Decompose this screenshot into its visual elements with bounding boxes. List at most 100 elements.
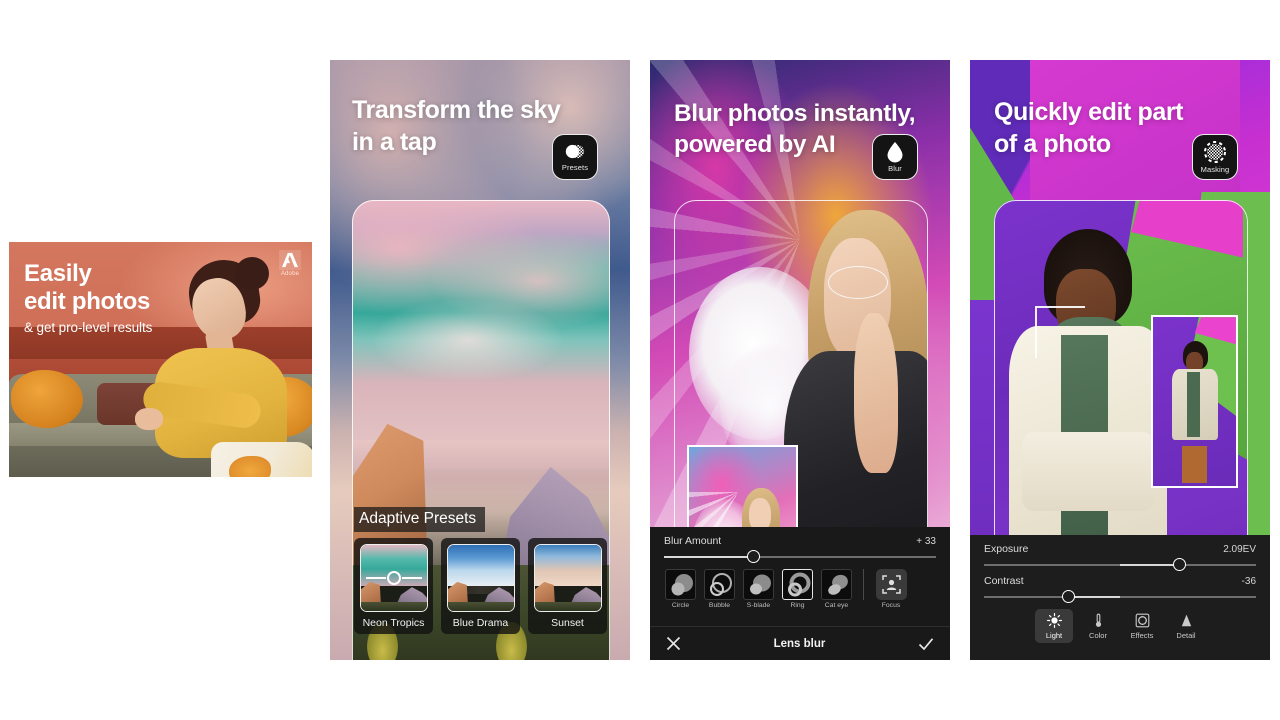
focus-subject-button[interactable]: Focus <box>874 569 908 609</box>
preset-thumb <box>359 544 428 612</box>
contrast-slider-row[interactable]: Contrast -36 <box>970 571 1270 603</box>
masked-preview-thumbnail[interactable] <box>1151 315 1238 488</box>
model-skirt-pattern <box>229 456 271 477</box>
blur-shape-circle[interactable]: Circle <box>664 569 697 609</box>
adobe-wordmark: Adobe <box>280 271 300 277</box>
focus-icon-box <box>875 569 907 600</box>
preset-thumb-base <box>447 601 514 611</box>
mode-tab-light[interactable]: Light <box>1035 609 1073 643</box>
blur-shape-list[interactable]: Circle Bubble S-blade Ring Cat eye Focus <box>650 563 950 609</box>
man-folded-arms <box>1021 431 1155 512</box>
mode-tab-effects[interactable]: Effects <box>1123 609 1161 643</box>
presets-icon <box>565 144 585 159</box>
focus-subject-icon <box>881 575 901 594</box>
lens-blur-footer[interactable]: Lens blur <box>650 626 950 660</box>
mode-tab-label: Color <box>1089 631 1107 640</box>
triangle-detail-icon <box>1181 614 1191 627</box>
mini-man-hoodie <box>1187 372 1201 438</box>
preset-strip[interactable]: Neon Tropics Blue Drama Sunset <box>354 538 608 634</box>
screenshot-panel-presets[interactable]: Transform the sky in a tap Presets Adapt… <box>330 60 630 660</box>
blur-shape-thumb <box>704 569 735 600</box>
blur-amount-track[interactable] <box>664 550 936 563</box>
ring-bokeh-icon <box>788 572 811 597</box>
panel3-headline-line1: Blur photos instantly, <box>674 100 916 127</box>
preset-card-blue-drama[interactable]: Blue Drama <box>441 538 520 634</box>
contrast-fill <box>1068 596 1120 598</box>
masking-editor-panel[interactable]: Exposure 2.09EV Contrast -36 Light Color… <box>970 535 1270 660</box>
exposure-value: 2.09EV <box>1223 544 1256 555</box>
mini-man-trousers <box>1181 445 1207 483</box>
blur-tool-chip[interactable]: Blur <box>872 134 918 180</box>
model-photo <box>135 255 312 477</box>
preset-name: Neon Tropics <box>362 617 425 629</box>
edit-mode-tabs[interactable]: Light Color Effects Detail <box>970 603 1270 643</box>
blur-amount-value: + 33 <box>916 536 936 547</box>
exposure-track[interactable] <box>984 558 1256 571</box>
preset-name: Sunset <box>551 617 584 629</box>
preset-thumb-base <box>534 601 601 611</box>
screenshot-stage: Easily edit photos & get pro-level resul… <box>0 0 1280 720</box>
blur-droplet-icon <box>887 142 903 163</box>
presets-tool-chip[interactable]: Presets <box>552 134 598 180</box>
contrast-knob[interactable] <box>1061 590 1075 603</box>
banner-text-block: Easily edit photos & get pro-level resul… <box>24 260 152 335</box>
banner-headline-line1: Easily <box>24 260 92 287</box>
blur-amount-label: Blur Amount <box>664 535 722 547</box>
lens-blur-title: Lens blur <box>773 637 826 650</box>
adaptive-presets-label: Adaptive Presets <box>354 507 486 532</box>
preset-thumb-sky <box>447 545 514 586</box>
blur-amount-fill <box>664 556 754 558</box>
sun-icon <box>1046 613 1062 628</box>
mode-tab-color[interactable]: Color <box>1079 609 1117 643</box>
model-hair-bun <box>235 257 269 290</box>
blur-shape-name: Circle <box>671 602 690 609</box>
preset-thumb <box>533 544 602 612</box>
adobe-logo-icon <box>279 250 301 270</box>
exposure-label: Exposure <box>984 543 1029 555</box>
blur-shape-thumb <box>743 569 774 600</box>
preset-amount-handle-icon[interactable] <box>365 571 422 585</box>
blur-shape-bubble[interactable]: Bubble <box>703 569 736 609</box>
blur-shape-s-blade[interactable]: S-blade <box>742 569 775 609</box>
selection-bracket-top-left <box>1034 305 1085 358</box>
blur-amount-knob[interactable] <box>747 550 761 563</box>
banner-headline-line2: edit photos <box>24 288 151 316</box>
mode-tab-label: Light <box>1045 631 1063 640</box>
exposure-slider-row[interactable]: Exposure 2.09EV <box>970 535 1270 571</box>
lens-blur-editor-panel[interactable]: Blur Amount + 33 Circle Bubble S-blade R… <box>650 527 950 660</box>
check-icon[interactable] <box>918 637 934 651</box>
close-icon[interactable] <box>666 636 681 651</box>
blur-shape-thumb-selected <box>782 569 813 600</box>
thermometer-icon <box>1095 613 1101 627</box>
blur-amount-slider-row[interactable]: Blur Amount + 33 <box>650 527 950 563</box>
masking-tool-chip[interactable]: Masking <box>1192 134 1238 180</box>
blur-shape-thumb <box>665 569 696 600</box>
model-hand <box>135 408 163 430</box>
contrast-value: -36 <box>1241 576 1256 587</box>
contrast-track[interactable] <box>984 590 1256 603</box>
exposure-knob[interactable] <box>1173 558 1187 571</box>
blur-shape-ring[interactable]: Ring <box>781 569 814 609</box>
woman-hand <box>854 313 899 473</box>
blur-shape-name: Cat eye <box>824 602 849 609</box>
panel2-headline-line1: Transform the sky <box>352 96 561 124</box>
adobe-promo-banner[interactable]: Easily edit photos & get pro-level resul… <box>9 242 312 477</box>
masking-icon <box>1204 141 1226 163</box>
effects-circle-icon <box>1135 613 1149 628</box>
preset-thumb <box>446 544 515 612</box>
mode-tab-detail[interactable]: Detail <box>1167 609 1205 643</box>
mode-tab-label: Effects <box>1130 631 1154 640</box>
blur-shape-cat-eye[interactable]: Cat eye <box>820 569 853 609</box>
preset-card-neon-tropics[interactable]: Neon Tropics <box>354 538 433 634</box>
screenshot-panel-lens-blur[interactable]: Blur photos instantly, powered by AI Blu… <box>650 60 950 660</box>
adobe-logo: Adobe <box>277 250 303 277</box>
contrast-line <box>984 596 1256 598</box>
screenshot-panel-masking[interactable]: Quickly edit part of a photo Masking Exp… <box>970 60 1270 660</box>
masking-chip-label: Masking <box>1200 165 1230 174</box>
preset-card-sunset[interactable]: Sunset <box>528 538 607 634</box>
blur-shape-thumb <box>821 569 852 600</box>
mode-tab-label: Detail <box>1176 631 1196 640</box>
preset-thumb-sky <box>534 545 601 586</box>
cat-eye-bokeh-icon <box>828 574 848 595</box>
exposure-fill <box>1120 564 1180 566</box>
